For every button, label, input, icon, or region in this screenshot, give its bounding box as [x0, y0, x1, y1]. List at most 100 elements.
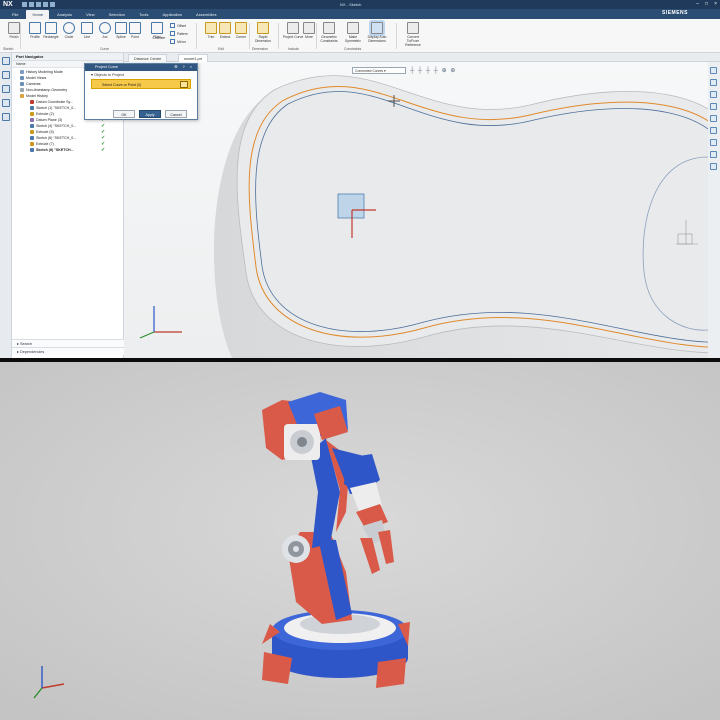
group-label-constraints: Constraints [344, 47, 362, 51]
render-style-icon[interactable] [710, 115, 717, 122]
constraint-navigator-icon[interactable] [2, 85, 10, 93]
more-icon [303, 22, 315, 34]
part-navigator-icon[interactable] [2, 57, 10, 65]
extrude-icon [30, 130, 34, 135]
copy-icon[interactable] [50, 2, 55, 7]
view-toolbar [708, 62, 720, 358]
group-label-include: Include [288, 47, 299, 51]
mirror-button[interactable]: Mirror [170, 39, 186, 44]
tree-node[interactable]: Sketch (8) "SKETCH... ✓ [12, 147, 124, 153]
tab-assemblies[interactable]: Assemblies [190, 10, 222, 19]
sketch-icon [30, 124, 34, 129]
rectangle-icon [45, 22, 57, 34]
tab-home[interactable]: Home [26, 10, 50, 19]
display-settings-icon[interactable] [710, 163, 717, 170]
extrude-icon [30, 142, 34, 147]
cut-icon[interactable] [43, 2, 48, 7]
navigator-search[interactable]: ▸ Search [12, 339, 124, 347]
datum-plane-icon [30, 118, 34, 123]
brand-label: SIEMENS [662, 10, 689, 16]
sketch-icon [30, 136, 34, 141]
ok-button[interactable]: OK [113, 110, 135, 118]
minimize-icon[interactable]: – [696, 1, 699, 8]
dialog-title-bar: Project Curve ⚙ ? × [85, 64, 197, 71]
reuse-library-icon[interactable] [2, 99, 10, 107]
rapid-dimension-icon [257, 22, 269, 34]
sketch-plane-marker[interactable] [337, 193, 365, 219]
group-label-edit: Edit [218, 47, 224, 51]
graphics-window[interactable] [124, 62, 708, 358]
redo-icon[interactable] [36, 2, 41, 7]
tab-selection[interactable]: Selection [103, 10, 131, 19]
offset-button[interactable]: Offset [170, 23, 186, 28]
sketch-icon [30, 148, 34, 153]
offset-icon [170, 23, 175, 28]
tab-analysis[interactable]: Analysis [51, 10, 78, 19]
sketch-view[interactable] [124, 62, 708, 358]
robot-arm-render [0, 362, 720, 720]
ribbon-tab-bar: File Home Analysis View Selection Tools Applic… [0, 9, 720, 19]
resource-bar [0, 53, 12, 358]
quick-access-toolbar [22, 2, 55, 7]
extrude-icon [30, 112, 34, 117]
layer-settings-icon[interactable] [710, 151, 717, 158]
nx-application: NX NX - Sketch – □ × File Home Analysis Vie… [0, 0, 720, 358]
history-icon[interactable] [2, 113, 10, 121]
datum-csys-icon [30, 100, 34, 105]
display-auto-dimensions-icon [371, 22, 383, 34]
select-curve-icon[interactable] [180, 81, 188, 88]
rotate-icon[interactable] [710, 91, 717, 98]
history-icon [20, 70, 24, 75]
point-button[interactable]: Point [124, 22, 146, 40]
pan-icon[interactable] [710, 103, 717, 110]
window-title: NX - Sketch [340, 2, 362, 7]
make-symmetric-button[interactable]: Make Symmetric [342, 22, 364, 44]
selection-field[interactable]: Select Curve or Point (0) [91, 79, 191, 89]
close-icon[interactable]: × [714, 1, 717, 8]
assembly-navigator-icon[interactable] [2, 71, 10, 79]
save-icon[interactable] [22, 2, 27, 7]
orient-view-icon[interactable] [710, 127, 717, 134]
ribbon-separator [278, 23, 279, 49]
tab-tools[interactable]: Tools [133, 10, 154, 19]
finish-button[interactable]: Finish [3, 22, 25, 40]
navigator-title: Part Navigator [12, 53, 123, 61]
folder-icon [20, 94, 24, 99]
status-check-icon: ✓ [101, 147, 106, 153]
geometric-constraints-button[interactable]: Geometric Constraints [318, 22, 340, 44]
group-label-sketch: Sketch [3, 47, 14, 51]
tab-view[interactable]: View [80, 10, 101, 19]
tab-model-part[interactable]: model1.prt [178, 54, 208, 62]
maximize-icon[interactable]: □ [705, 1, 708, 8]
undo-icon[interactable] [29, 2, 34, 7]
ribbon-tabs: File Home Analysis View Selection Tools Applic… [6, 10, 222, 19]
dialog-section-objects[interactable]: ▾ Objects to Project [85, 71, 197, 79]
ribbon-separator [196, 23, 197, 49]
pattern-button[interactable]: Pattern [170, 31, 188, 36]
extrude-top-face[interactable] [236, 75, 708, 354]
cancel-button[interactable]: Cancel [165, 110, 187, 118]
fit-icon[interactable] [710, 67, 717, 74]
dialog-window-buttons[interactable]: ⚙ ? × [174, 64, 194, 71]
app-logo: NX [3, 1, 13, 8]
ribbon: Finish Profile Rectangle Circle Line Arc Splin… [0, 19, 720, 53]
snap-toolbar[interactable]: ┼ ┼ ┼ ┼ ⊕ ⊕ [410, 67, 456, 74]
zoom-icon[interactable] [710, 79, 717, 86]
pattern-icon [170, 31, 175, 36]
tab-file[interactable]: File [6, 10, 24, 19]
rapid-dimension-button[interactable]: Rapid Dimension [252, 22, 274, 44]
chamfer-button[interactable]: Chamfer [146, 36, 172, 41]
tab-distance-centre[interactable]: Distance Centre [128, 54, 168, 62]
ribbon-separator [20, 23, 21, 49]
convert-to-from-reference-button[interactable]: Convert To/From Reference [402, 22, 424, 47]
tab-application[interactable]: Application [156, 10, 188, 19]
display-auto-dimensions-button[interactable]: Display Auto Dimensions [366, 22, 388, 44]
ribbon-separator [316, 23, 317, 49]
geometric-constraints-icon [323, 22, 335, 34]
make-symmetric-icon [347, 22, 359, 34]
ribbon-separator [396, 23, 397, 49]
apply-button[interactable]: Apply [139, 110, 161, 118]
navigator-dependencies[interactable]: ▸ Dependencies [12, 347, 124, 355]
section-view-icon[interactable] [710, 139, 717, 146]
curve-rule-select[interactable]: Connected Curves ▾ [352, 67, 406, 74]
